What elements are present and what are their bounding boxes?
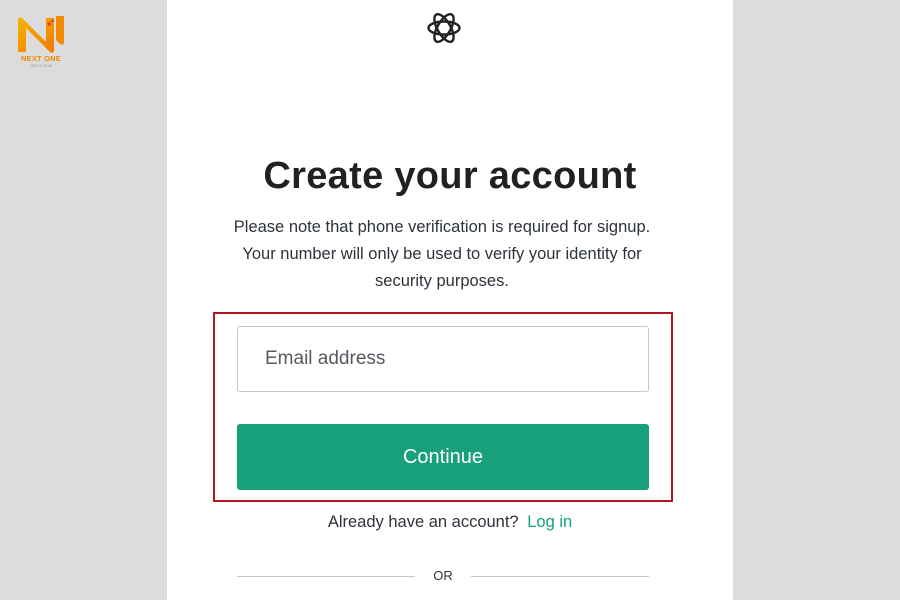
login-prompt: Already have an account? bbox=[327, 513, 519, 531]
continue-button[interactable]: Continue bbox=[237, 424, 649, 490]
divider-line-left bbox=[237, 576, 415, 577]
divider-line-right bbox=[471, 576, 649, 577]
next-one-logo-icon bbox=[18, 16, 64, 53]
brand-name: NEXT ONE bbox=[21, 54, 61, 63]
login-row: Already have an account? Log in bbox=[167, 513, 733, 532]
verification-note: Please note that phone verification is r… bbox=[233, 218, 651, 290]
openai-logo-icon bbox=[427, 12, 461, 44]
brand-logo: NEXT ONE NEXT & NOW bbox=[12, 12, 76, 72]
brand-tagline: NEXT & NOW bbox=[29, 64, 53, 68]
email-input[interactable] bbox=[237, 326, 649, 392]
login-link[interactable]: Log in bbox=[527, 513, 572, 531]
signup-panel: Create your account Please note that pho… bbox=[167, 0, 733, 600]
page-title: Create your account bbox=[263, 155, 637, 197]
divider-or-text: OR bbox=[433, 568, 453, 583]
